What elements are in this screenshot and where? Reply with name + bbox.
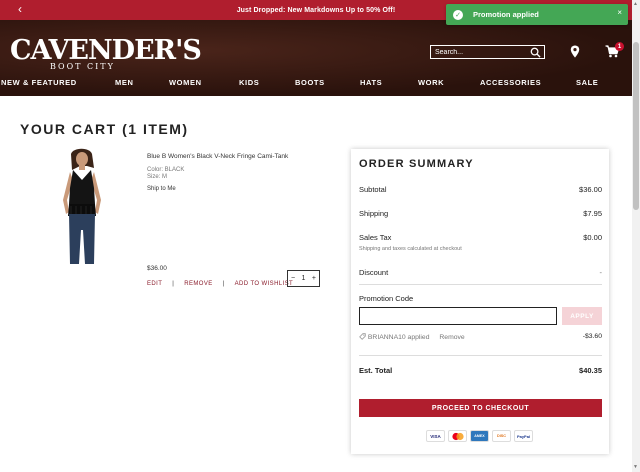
search-icon[interactable] (530, 47, 541, 58)
nav-hats[interactable]: HATS (360, 78, 382, 87)
tax-label: Sales Tax (359, 233, 392, 242)
shipping-row: Shipping $7.95 (359, 209, 602, 218)
logo-subtitle: BOOT CITY (50, 62, 115, 71)
applied-code: BRIANNA10 applied (367, 334, 430, 341)
nav-men[interactable]: MEN (115, 78, 133, 87)
cart-count-badge: 1 (615, 42, 624, 51)
product-size: Size: M (147, 174, 168, 180)
product-color: Color: BLACK (147, 167, 185, 173)
chevron-left-icon[interactable]: ‹ (18, 2, 22, 16)
nav-work[interactable]: WORK (418, 78, 444, 87)
total-label: Est. Total (359, 366, 393, 375)
close-icon[interactable]: × (617, 8, 622, 17)
add-to-wishlist-link[interactable]: ADD TO WISHLIST (235, 281, 293, 287)
tax-value: $0.00 (583, 233, 602, 242)
location-pin-icon[interactable] (570, 45, 580, 58)
shipping-value: $7.95 (583, 209, 602, 218)
ship-method: Ship to Me (147, 186, 176, 192)
nav-accessories[interactable]: ACCESSORIES (480, 78, 541, 87)
search-input[interactable] (435, 48, 527, 56)
discount-label: Discount (359, 268, 389, 277)
proceed-to-checkout-button[interactable]: PROCEED TO CHECKOUT (359, 399, 602, 417)
quantity-value[interactable]: 1 (302, 275, 306, 282)
promo-code-label: Promotion Code (359, 294, 414, 303)
promotion-toast: ✓ Promotion applied × (446, 4, 628, 25)
order-summary: ORDER SUMMARY Subtotal $36.00 Shipping $… (351, 149, 609, 454)
promo-code-input[interactable] (359, 307, 557, 325)
scroll-up-icon[interactable]: ▲ (633, 1, 638, 7)
product-price: $36.00 (147, 265, 167, 272)
quantity-stepper: − 1 + (287, 270, 320, 287)
increase-button[interactable]: + (312, 275, 316, 282)
nav-kids[interactable]: KIDS (239, 78, 259, 87)
remove-promo-link[interactable]: Remove (439, 334, 464, 341)
page: ‹ Just Dropped: New Markdowns Up to 50% … (0, 0, 640, 472)
check-icon: ✓ (453, 9, 463, 20)
discount-value: - (599, 268, 603, 277)
page-scrollbar[interactable]: ▲ ▼ (632, 0, 640, 472)
remove-link[interactable]: REMOVE (184, 281, 212, 287)
promo-amount: -$3.60 (582, 333, 602, 340)
promo-text[interactable]: Just Dropped: New Markdowns Up to 50% Of… (237, 7, 396, 14)
item-actions: EDIT | REMOVE | ADD TO WISHLIST (147, 281, 293, 287)
search-box (430, 45, 545, 59)
divider (359, 355, 602, 356)
nav-sale[interactable]: SALE (576, 78, 598, 87)
applied-promo: BRIANNA10 applied Remove -$3.60 (359, 333, 602, 341)
toast-message: Promotion applied (473, 10, 539, 19)
tag-icon (359, 333, 366, 340)
product-image[interactable] (50, 148, 116, 264)
apply-button[interactable]: APPLY (562, 307, 602, 325)
summary-title: ORDER SUMMARY (359, 158, 474, 170)
subtotal-value: $36.00 (579, 185, 602, 194)
discount-row: Discount - (359, 268, 602, 277)
subtotal-label: Subtotal (359, 185, 387, 194)
main-nav: NEW & FEATURED MEN WOMEN KIDS BOOTS HATS… (0, 78, 632, 92)
payment-icons: VISA AMEX DISC PayPal (426, 430, 533, 442)
separator: | (222, 281, 225, 287)
site-header: CAVENDER'S BOOT CITY 1 NEW & FEATURED ME… (0, 20, 632, 96)
total-value: $40.35 (579, 366, 602, 375)
page-title: YOUR CART (1 ITEM) (20, 121, 189, 137)
scroll-down-icon[interactable]: ▼ (633, 464, 638, 470)
mastercard-icon (448, 430, 467, 442)
shipping-label: Shipping (359, 209, 389, 218)
subtotal-row: Subtotal $36.00 (359, 185, 602, 194)
decrease-button[interactable]: − (291, 275, 295, 282)
paypal-icon: PayPal (514, 430, 533, 442)
edit-link[interactable]: EDIT (147, 281, 162, 287)
divider (359, 284, 602, 285)
total-row: Est. Total $40.35 (359, 366, 602, 375)
visa-icon: VISA (426, 430, 445, 442)
nav-boots[interactable]: BOOTS (295, 78, 325, 87)
discover-icon: DISC (492, 430, 511, 442)
separator: | (172, 281, 175, 287)
nav-new-featured[interactable]: NEW & FEATURED (1, 78, 77, 87)
product-name[interactable]: Blue B Women's Black V-Neck Fringe Cami-… (147, 153, 288, 160)
promo-code-row: Promotion Code (359, 294, 602, 303)
tax-row: Sales Tax $0.00 (359, 233, 602, 242)
logo[interactable]: CAVENDER'S BOOT CITY (10, 36, 202, 76)
tax-note: Shipping and taxes calculated at checkou… (359, 246, 462, 252)
scrollbar-thumb[interactable] (633, 42, 639, 210)
amex-icon: AMEX (470, 430, 489, 442)
nav-women[interactable]: WOMEN (169, 78, 202, 87)
